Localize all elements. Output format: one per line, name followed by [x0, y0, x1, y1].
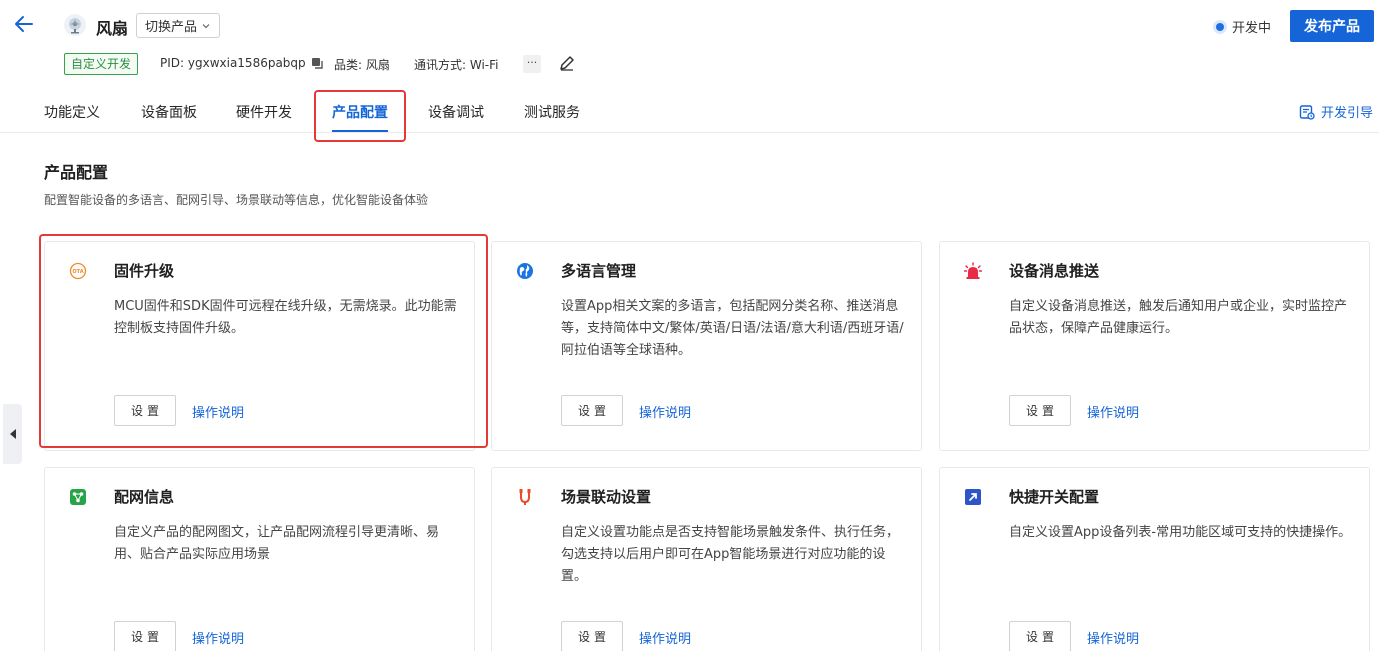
scene-icon — [519, 489, 531, 505]
card-description: MCU固件和SDK固件可远程在线升级，无需烧录。此功能需控制板支持固件升级。 — [114, 299, 457, 336]
card-title: 快捷开关配置 — [1009, 488, 1100, 506]
card-title: 配网信息 — [114, 488, 175, 506]
pid-text: PID: ygxwxia1586pabqp — [160, 56, 306, 70]
globe-icon — [517, 263, 533, 279]
active-tab-indicator — [332, 130, 388, 132]
caret-left-icon — [9, 429, 16, 439]
category-info: 品类: 风扇 — [334, 58, 390, 72]
page-header: 风扇 切换产品 开发中 发布产品 自定义开发 PID: ygxwxia1586p… — [0, 0, 1379, 90]
card-title: 设备消息推送 — [1009, 262, 1100, 280]
set-button[interactable]: 设置 — [561, 395, 623, 426]
card-description: 自定义设置功能点是否支持智能场景触发条件、执行任务，勾选支持以后用户即可在App… — [561, 525, 900, 584]
tab-product-config[interactable]: 产品配置 — [332, 102, 388, 122]
card-firmware-upgrade: OTA 固件升级 MCU固件和SDK固件可远程在线升级，无需烧录。此功能需控制板… — [44, 241, 475, 451]
tab-device-debug[interactable]: 设备调试 — [428, 102, 484, 122]
publish-product-button[interactable]: 发布产品 — [1290, 10, 1374, 42]
tab-device-panel[interactable]: 设备面板 — [141, 102, 197, 122]
card-title: 固件升级 — [114, 262, 175, 280]
pid-info: PID: ygxwxia1586pabqp — [160, 56, 324, 70]
chevron-down-icon — [202, 23, 210, 28]
tab-bar: 功能定义 设备面板 硬件开发 产品配置 设备调试 测试服务 开发引导 — [0, 90, 1379, 142]
status-text: 开发中 — [1232, 21, 1272, 36]
help-link[interactable]: 操作说明 — [639, 402, 691, 421]
product-name: 风扇 — [96, 19, 129, 38]
dev-guide-link[interactable]: 开发引导 — [1299, 102, 1373, 121]
comm-info: 通讯方式: Wi-Fi — [414, 58, 499, 72]
help-link[interactable]: 操作说明 — [1087, 402, 1139, 421]
set-button[interactable]: 设置 — [1009, 621, 1071, 651]
card-description: 自定义设置App设备列表-常用功能区域可支持的快捷操作。 — [1009, 525, 1352, 540]
guide-icon — [1299, 104, 1315, 120]
tab-function-def[interactable]: 功能定义 — [44, 102, 100, 122]
set-button[interactable]: 设置 — [114, 621, 176, 651]
card-shortcut-switch: 快捷开关配置 自定义设置App设备列表-常用功能区域可支持的快捷操作。 设置 操… — [939, 467, 1370, 651]
card-title: 场景联动设置 — [561, 488, 652, 506]
switch-product-dropdown[interactable]: 切换产品 — [136, 13, 221, 38]
custom-dev-tag: 自定义开发 — [64, 53, 139, 75]
card-description: 自定义设备消息推送，触发后通知用户或企业，实时监控产品状态，保障产品健康运行。 — [1009, 299, 1348, 336]
status-dot-icon — [1216, 22, 1224, 31]
card-description: 自定义产品的配网图文，让产品配网流程引导更清晰、易用、贴合产品实际应用场景 — [114, 525, 440, 562]
alarm-icon — [964, 262, 982, 279]
copy-icon[interactable] — [311, 57, 324, 70]
dev-guide-label: 开发引导 — [1321, 106, 1374, 121]
help-link[interactable]: 操作说明 — [192, 628, 244, 647]
set-button[interactable]: 设置 — [561, 621, 623, 651]
more-button[interactable]: ··· — [523, 55, 541, 73]
tab-hardware-dev[interactable]: 硬件开发 — [236, 102, 292, 122]
help-link[interactable]: 操作说明 — [192, 402, 244, 421]
section-title: 产品配置 — [44, 163, 109, 182]
svg-text:OTA: OTA — [72, 269, 83, 275]
help-link[interactable]: 操作说明 — [639, 628, 691, 647]
card-network-info: 配网信息 自定义产品的配网图文，让产品配网流程引导更清晰、易用、贴合产品实际应用… — [44, 467, 475, 651]
back-arrow-icon[interactable] — [12, 12, 36, 36]
card-title: 多语言管理 — [561, 262, 637, 280]
edit-pencil-icon[interactable] — [558, 54, 576, 72]
set-button[interactable]: 设置 — [114, 395, 176, 426]
tab-test-service[interactable]: 测试服务 — [524, 102, 580, 122]
card-scene-linkage: 场景联动设置 自定义设置功能点是否支持智能场景触发条件、执行任务，勾选支持以后用… — [491, 467, 922, 651]
ota-icon: OTA — [69, 262, 87, 280]
card-description: 设置App相关文案的多语言，包括配网分类名称、推送消息等，支持简体中文/繁体/英… — [561, 299, 904, 358]
set-button[interactable]: 设置 — [1009, 395, 1071, 426]
section-description: 配置智能设备的多语言、配网引导、场景联动等信息，优化智能设备体验 — [44, 193, 429, 207]
dev-status: 开发中 — [1216, 17, 1271, 36]
help-link[interactable]: 操作说明 — [1087, 628, 1139, 647]
side-collapse-handle[interactable] — [3, 404, 22, 464]
switch-product-label: 切换产品 — [145, 20, 198, 35]
product-fan-icon — [64, 14, 86, 36]
network-icon — [70, 489, 86, 505]
shortcut-icon — [965, 489, 981, 505]
card-multilanguage: 多语言管理 设置App相关文案的多语言，包括配网分类名称、推送消息等，支持简体中… — [491, 241, 922, 451]
card-message-push: 设备消息推送 自定义设备消息推送，触发后通知用户或企业，实时监控产品状态，保障产… — [939, 241, 1370, 451]
